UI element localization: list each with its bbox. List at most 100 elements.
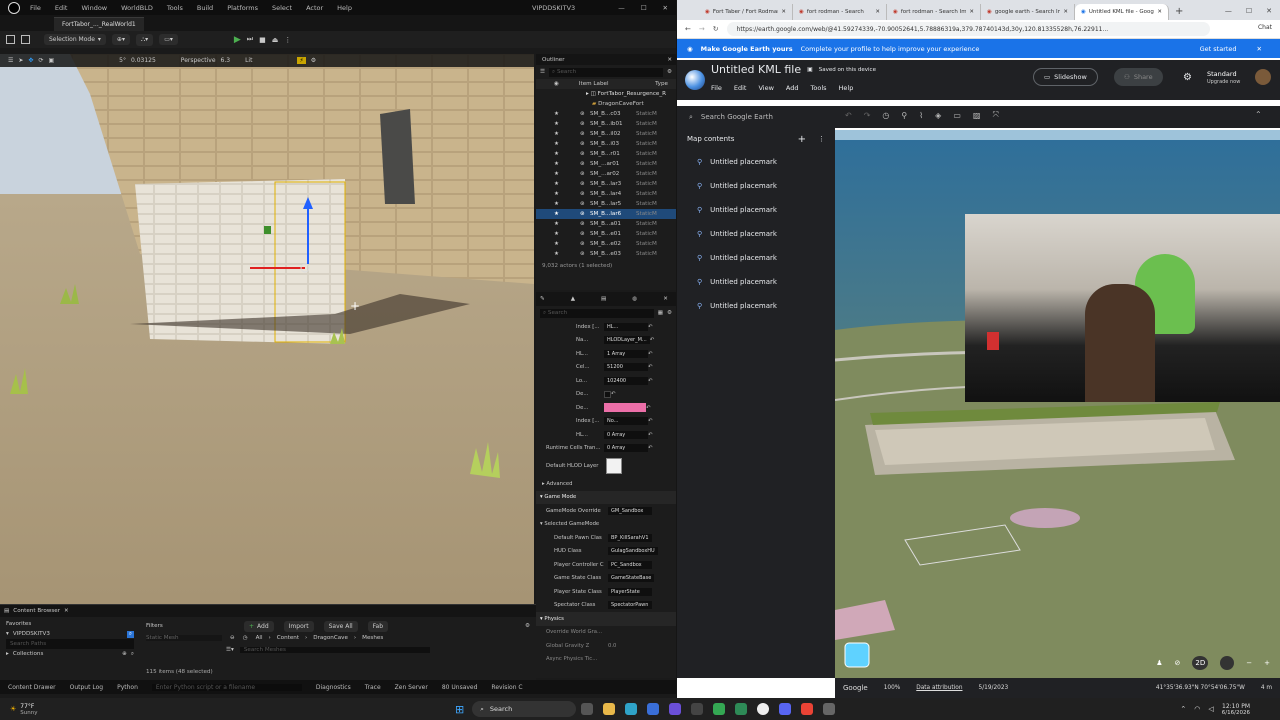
banner-close-icon[interactable]: ✕ [1245,45,1280,53]
outliner-row[interactable]: ★ ⊛ SM_B...e01 StaticM [536,229,676,239]
filter-icon[interactable]: ☰ [540,69,545,75]
outliner-row[interactable]: ★ ⊛ SM_...ar01 StaticM [536,159,676,169]
play-button[interactable]: ▶ [234,35,241,45]
ge-search[interactable]: ⌕ Search Google Earth [685,109,833,125]
outliner-root-row[interactable]: ▸ ◫ FortTabor_Resurgence_R [536,89,676,99]
close-icon[interactable]: ✕ [663,4,668,12]
terminal-icon[interactable] [691,703,704,715]
hlod-thumbnail[interactable] [606,458,623,474]
taskbar-search[interactable]: ⌕ Search [472,701,577,717]
add-feature-icon[interactable]: + [798,134,806,145]
breadcrumb-item[interactable]: All [256,635,263,641]
forward-icon[interactable]: → [699,25,705,33]
browser-tab[interactable]: ◉ Untitled KML file - Goog ✕ [1075,4,1169,20]
import-button[interactable]: Import [283,620,314,632]
photos-icon[interactable] [669,703,682,715]
unreal-icon[interactable] [757,703,770,715]
zen-server-button[interactable]: Zen Server [395,684,428,691]
star-icon[interactable]: ★ [554,111,580,117]
outliner-row[interactable]: ★ ⊛ SM_B...lar4 StaticM [536,189,676,199]
close-icon[interactable]: ✕ [1266,7,1272,15]
outliner-folder-row[interactable]: ▰ DragonCaveFort [536,99,676,109]
snap-toggle-icon[interactable]: ⚡ [297,57,306,64]
property-value[interactable]: PlayerState [608,587,652,596]
placemark-item[interactable]: ⚲ Untitled placemark [677,270,835,294]
edge-icon[interactable] [625,703,638,715]
tab-close-icon[interactable]: ✕ [781,9,786,15]
star-icon[interactable]: ★ [554,191,580,197]
star-icon[interactable]: ★ [554,141,580,147]
level-viewport[interactable]: ☰ ➤ ✥ ⟳ ▣ 5° 0.03125 Perspective 6.3 Lit… [0,54,534,604]
world-icon[interactable]: ◍ [632,296,637,302]
grid-view-icon[interactable]: ▦ [658,310,663,316]
rotate-tool-icon[interactable]: ⟳ [38,57,43,64]
zoom-out-icon[interactable]: − [1246,659,1252,667]
blueprint-dropdown[interactable]: ⛬▾ [135,33,154,46]
star-icon[interactable]: ★ [554,201,580,207]
star-icon[interactable]: ★ [554,231,580,237]
save-icon[interactable] [6,35,15,44]
clock[interactable]: 12:10 PM 6/16/2026 [1222,703,1250,716]
game-mode-section[interactable]: ▾ Game Mode [536,490,676,504]
translate-tool-icon[interactable]: ✥ [28,57,33,64]
cinematics-dropdown[interactable]: ▭▾ [159,34,178,45]
reset-icon[interactable]: ↶ [648,324,652,330]
property-value[interactable]: 102400 [604,376,648,385]
star-icon[interactable]: ★ [554,161,580,167]
favorites-row[interactable]: Favorites [6,619,134,629]
checkbox[interactable] [604,390,611,398]
property-value[interactable]: 1 Array [604,349,648,358]
placemark-item[interactable]: ⚲ Untitled placemark [677,294,835,318]
ue-menu-tools[interactable]: Tools [167,4,183,12]
reset-icon[interactable]: ↶ [648,432,652,438]
store-icon[interactable] [647,703,660,715]
outliner-row[interactable]: ★ ⊛ SM_B...i03 StaticM [536,139,676,149]
scale-snap-value[interactable]: 0.03125 [131,57,156,64]
outliner-row[interactable]: ★ ⊛ SM_B...e02 StaticM [536,239,676,249]
cb-filter-icon[interactable]: ☰▾ [226,647,234,653]
search-meshes-input[interactable]: Search Meshes [239,647,430,653]
tab-close-icon[interactable]: ✕ [969,9,974,15]
details-search[interactable]: ⌕ Search [540,308,654,318]
url-bar[interactable]: https://earth.google.com/web/@41.5927433… [726,22,1210,36]
content-icon[interactable] [21,35,30,44]
new-tab-icon[interactable]: + [1175,6,1183,17]
placemark-item[interactable]: ⚲ Untitled placemark [677,198,835,222]
start-icon[interactable]: ⊞ [455,703,464,716]
details-close-icon[interactable]: ✕ [663,296,668,302]
camera-speed-value[interactable]: 6.3 [221,57,231,64]
unreal-logo-icon[interactable] [8,1,20,14]
fab-button[interactable]: Fab [367,620,389,632]
play-options-icon[interactable]: ⋮ [284,36,291,44]
outliner-settings-icon[interactable]: ⚙ [667,69,676,75]
outliner-row[interactable]: ★ ⊛ SM_B...r01 StaticM [536,149,676,159]
reset-icon[interactable]: ↶ [648,418,652,424]
outliner-row[interactable]: ★ ⊛ SM_B...lar6 StaticM [536,209,676,219]
measure-icon[interactable]: ⤧ [992,110,998,120]
outliner-row[interactable]: ★ ⊛ SM_B...ib01 StaticM [536,119,676,129]
ue-menu-select[interactable]: Select [272,4,292,12]
scale-tool-icon[interactable]: ▣ [48,57,54,64]
reset-icon[interactable]: ↶ [648,445,652,451]
history-icon[interactable]: ◷ [243,635,248,641]
chrome-icon[interactable] [713,703,726,715]
angle-snap-value[interactable]: 5° [119,57,126,64]
property-value[interactable]: 0.0 [608,643,616,649]
revision-control-button[interactable]: Revision C [491,684,522,691]
ue-menu-build[interactable]: Build [197,4,213,12]
tab-close-icon[interactable]: ✕ [1157,9,1162,15]
outliner-row[interactable]: ★ ⊛ SM_B...a01 StaticM [536,219,676,229]
path-icon[interactable]: ⌇ [919,111,923,120]
breadcrumb-item[interactable]: Content [277,635,299,641]
maximize-icon[interactable]: ☐ [1246,7,1252,15]
property-value[interactable]: GulagSandboxHU [608,547,658,556]
globe-view-icon[interactable] [1220,656,1235,670]
add-collection-icon[interactable]: ⊕ [122,651,127,657]
ue-menu-file[interactable]: File [30,4,41,12]
physics-section[interactable]: ▾ Physics [536,612,676,626]
property-value[interactable]: GameStateBase [608,574,655,583]
step-button[interactable]: ⏭ [247,35,253,44]
property-value[interactable]: SpectatorPawn [608,601,652,610]
ue-menu-actor[interactable]: Actor [306,4,323,12]
minimize-icon[interactable]: — [618,4,625,12]
